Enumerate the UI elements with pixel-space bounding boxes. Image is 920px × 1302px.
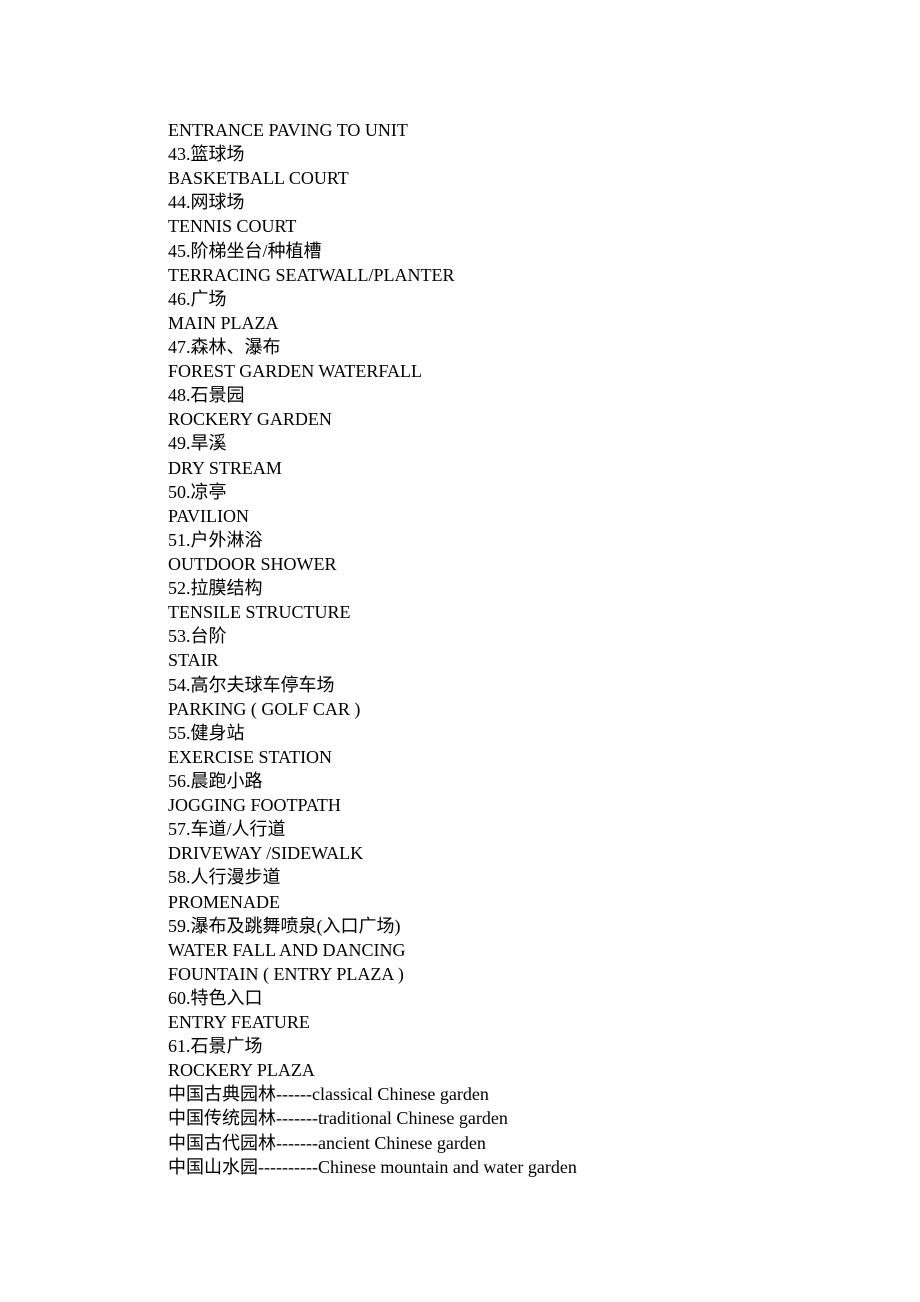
text-line: 46.广场 [168, 287, 920, 311]
text-line: PARKING ( GOLF CAR ) [168, 697, 920, 721]
text-line: 中国古代园林-------ancient Chinese garden [168, 1131, 920, 1155]
text-line: TERRACING SEATWALL/PLANTER [168, 263, 920, 287]
text-line: DRY STREAM [168, 456, 920, 480]
text-line: 50.凉亭 [168, 480, 920, 504]
text-line: FOUNTAIN ( ENTRY PLAZA ) [168, 962, 920, 986]
text-line: 51.户外淋浴 [168, 528, 920, 552]
text-line: 54.高尔夫球车停车场 [168, 673, 920, 697]
text-line: ROCKERY GARDEN [168, 407, 920, 431]
text-line: 48.石景园 [168, 383, 920, 407]
document-content: ENTRANCE PAVING TO UNIT 43.篮球场 BASKETBAL… [168, 118, 920, 1179]
text-line: DRIVEWAY /SIDEWALK [168, 841, 920, 865]
text-line: TENSILE STRUCTURE [168, 600, 920, 624]
text-line: EXERCISE STATION [168, 745, 920, 769]
text-line: ENTRANCE PAVING TO UNIT [168, 118, 920, 142]
text-line: 49.旱溪 [168, 431, 920, 455]
text-line: 56.晨跑小路 [168, 769, 920, 793]
text-line: PROMENADE [168, 890, 920, 914]
text-line: OUTDOOR SHOWER [168, 552, 920, 576]
text-line: 53.台阶 [168, 624, 920, 648]
text-line: ROCKERY PLAZA [168, 1058, 920, 1082]
text-line: MAIN PLAZA [168, 311, 920, 335]
text-line: 中国古典园林------classical Chinese garden [168, 1082, 920, 1106]
text-line: 59.瀑布及跳舞喷泉(入口广场) [168, 914, 920, 938]
text-line: 44.网球场 [168, 190, 920, 214]
text-line: STAIR [168, 648, 920, 672]
text-line: 61.石景广场 [168, 1034, 920, 1058]
text-line: 47.森林、瀑布 [168, 335, 920, 359]
text-line: 中国传统园林-------traditional Chinese garden [168, 1106, 920, 1130]
text-line: 43.篮球场 [168, 142, 920, 166]
text-line: BASKETBALL COURT [168, 166, 920, 190]
text-line: WATER FALL AND DANCING [168, 938, 920, 962]
text-line: 58.人行漫步道 [168, 865, 920, 889]
text-line: JOGGING FOOTPATH [168, 793, 920, 817]
text-line: 55.健身站 [168, 721, 920, 745]
text-line: TENNIS COURT [168, 214, 920, 238]
text-line: PAVILION [168, 504, 920, 528]
text-line: FOREST GARDEN WATERFALL [168, 359, 920, 383]
text-line: 45.阶梯坐台/种植槽 [168, 239, 920, 263]
text-line: ENTRY FEATURE [168, 1010, 920, 1034]
text-line: 52.拉膜结构 [168, 576, 920, 600]
text-line: 中国山水园----------Chinese mountain and wate… [168, 1155, 920, 1179]
text-line: 60.特色入口 [168, 986, 920, 1010]
text-line: 57.车道/人行道 [168, 817, 920, 841]
